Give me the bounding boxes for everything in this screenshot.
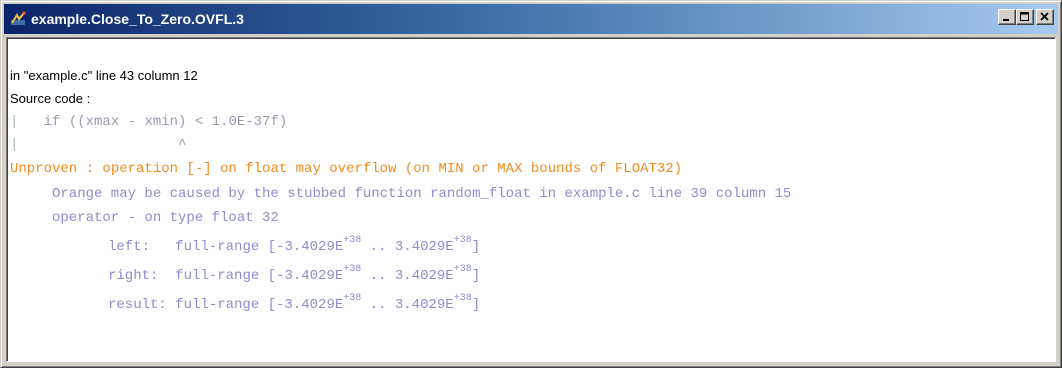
source-code-label: Source code : bbox=[10, 91, 91, 106]
result-details-window: example.Close_To_Zero.OVFL.3 in "example… bbox=[0, 0, 1062, 368]
range-value: .. 3.4029E bbox=[361, 268, 454, 284]
range-row-result: result: full-range [-3.4029E+38 .. 3.402… bbox=[108, 293, 481, 313]
range-bracket: ] bbox=[471, 239, 481, 255]
verdict-text: Unproven : operation [-] on float may ov… bbox=[10, 161, 683, 177]
code-gutter-bar: | bbox=[10, 114, 19, 130]
range-exponent: +38 bbox=[453, 264, 472, 275]
close-button[interactable] bbox=[1036, 9, 1054, 25]
caret-gutter-bar: | bbox=[10, 137, 19, 153]
range-label: left: bbox=[108, 239, 151, 255]
range-exponent: +38 bbox=[343, 264, 362, 275]
range-exponent: +38 bbox=[343, 235, 362, 246]
range-label: right: bbox=[108, 268, 159, 284]
range-bracket: ] bbox=[471, 268, 481, 284]
window-title: example.Close_To_Zero.OVFL.3 bbox=[31, 11, 244, 27]
caret-line: | ^ bbox=[10, 137, 186, 153]
range-exponent: +38 bbox=[453, 235, 472, 246]
range-row-right: right: full-range [-3.4029E+38 .. 3.4029… bbox=[108, 264, 481, 284]
minimize-icon bbox=[1003, 19, 1009, 21]
window-controls bbox=[998, 9, 1054, 25]
orange-cause-text: Orange may be caused by the stubbed func… bbox=[52, 186, 792, 202]
range-row-left: left: full-range [-3.4029E+38 .. 3.4029E… bbox=[108, 235, 481, 255]
range-bracket: ] bbox=[471, 297, 481, 313]
range-exponent: +38 bbox=[343, 293, 362, 304]
maximize-icon bbox=[1020, 12, 1029, 21]
operator-text: operator - on type float 32 bbox=[52, 210, 279, 226]
location-text: in "example.c" line 43 column 12 bbox=[10, 68, 198, 83]
range-value: .. 3.4029E bbox=[361, 297, 454, 313]
range-exponent: +38 bbox=[453, 293, 472, 304]
close-icon bbox=[1040, 12, 1049, 21]
minimize-button[interactable] bbox=[998, 9, 1016, 25]
code-line: | if ((xmax - xmin) < 1.0E-37f) bbox=[10, 114, 287, 130]
range-value: full-range [-3.4029E bbox=[175, 268, 344, 284]
details-text-pane[interactable]: in "example.c" line 43 column 12 Source … bbox=[6, 37, 1056, 362]
source-code-text: if ((xmax - xmin) < 1.0E-37f) bbox=[43, 114, 288, 130]
range-value: .. 3.4029E bbox=[361, 239, 454, 255]
range-value: full-range [-3.4029E bbox=[175, 297, 344, 313]
caret-marker: ^ bbox=[178, 137, 187, 153]
title-bar[interactable]: example.Close_To_Zero.OVFL.3 bbox=[4, 4, 1058, 34]
range-value: full-range [-3.4029E bbox=[175, 239, 344, 255]
polyspace-app-icon bbox=[10, 11, 26, 27]
range-label: result: bbox=[108, 297, 167, 313]
maximize-button[interactable] bbox=[1016, 9, 1034, 25]
